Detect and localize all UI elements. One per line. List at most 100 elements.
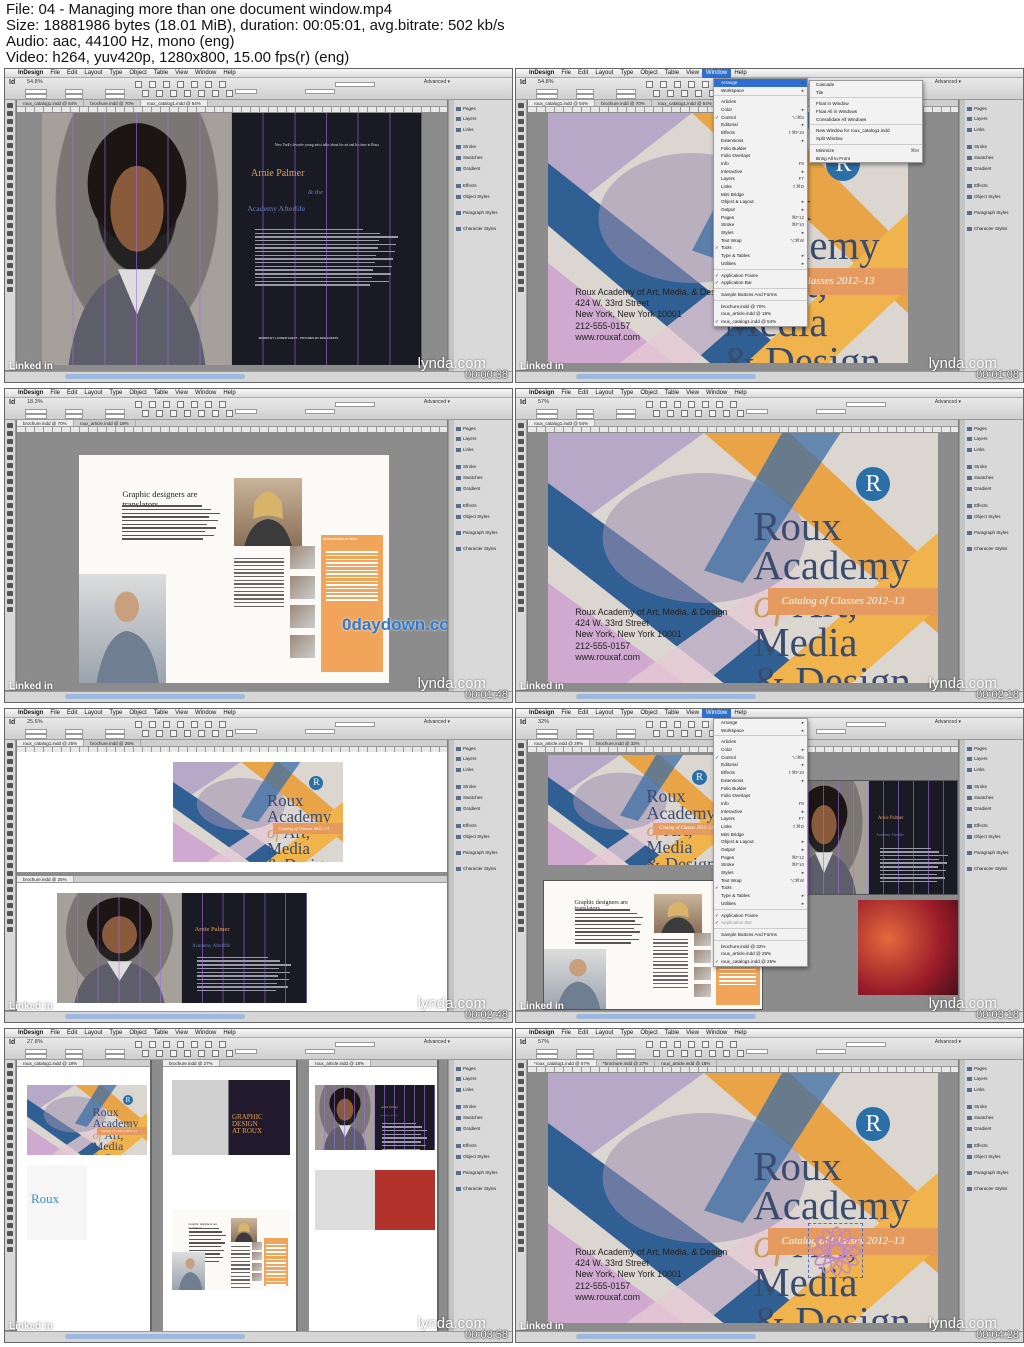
- control-icon[interactable]: [163, 401, 170, 408]
- tool-icon[interactable]: [7, 151, 13, 156]
- dock-grip[interactable]: [449, 420, 454, 691]
- tool-icon[interactable]: [7, 759, 13, 764]
- control-icon[interactable]: [219, 81, 226, 88]
- menu-type[interactable]: Type: [617, 389, 637, 398]
- control-icon[interactable]: [184, 90, 191, 97]
- horizontal-scrollbar[interactable]: [576, 1334, 756, 1339]
- panel-effects[interactable]: Effects: [456, 823, 477, 828]
- tool-icon[interactable]: [518, 607, 524, 612]
- menu-file[interactable]: File: [47, 709, 64, 718]
- window-menu-item[interactable]: brochure.indd @ 70%: [714, 303, 807, 311]
- menu-object[interactable]: Object: [637, 709, 661, 718]
- panel-effects[interactable]: Effects: [456, 1143, 477, 1148]
- control-field[interactable]: [746, 409, 768, 414]
- workspace-switcher[interactable]: Advanced ▾: [424, 399, 450, 405]
- tool-icon[interactable]: [518, 775, 524, 780]
- menu-file[interactable]: File: [47, 389, 64, 398]
- tool-icon[interactable]: [518, 927, 524, 932]
- tool-icon[interactable]: [518, 567, 524, 572]
- document-tab[interactable]: brochure.indd @ 25%: [84, 740, 141, 746]
- menu-table[interactable]: Table: [661, 69, 682, 78]
- control-field[interactable]: [576, 1054, 594, 1059]
- window-menu-item[interactable]: ✓ roux_catalog1.indd @ 25%: [714, 958, 807, 966]
- tool-icon[interactable]: [518, 1151, 524, 1156]
- panel-object-styles[interactable]: Object Styles: [456, 194, 490, 199]
- tool-icon[interactable]: [7, 1143, 13, 1148]
- control-field[interactable]: [235, 1049, 257, 1054]
- window-menu-item[interactable]: ✓ roux_catalog1.indd @ 54%: [714, 318, 807, 326]
- menu-layout[interactable]: Layout: [592, 69, 617, 78]
- tool-icon[interactable]: [518, 455, 524, 460]
- horizontal-scrollbar[interactable]: [65, 1014, 245, 1019]
- control-icon[interactable]: [716, 401, 723, 408]
- window-menu-item[interactable]: ✓ Application Bar: [714, 919, 807, 927]
- window-menu-item[interactable]: ✓ Control ⌥⌘6: [714, 114, 807, 122]
- tool-icon[interactable]: [7, 159, 13, 164]
- window-menu-item[interactable]: Stroke ⌘F10: [714, 861, 807, 869]
- document-tab[interactable]: roux_catalog1.indd @ 54%: [17, 100, 85, 106]
- document-tab[interactable]: roux_article.indd @ 18%: [655, 1060, 718, 1066]
- window-menu-item[interactable]: Editorial ▸: [714, 761, 807, 769]
- tool-icon[interactable]: [518, 879, 524, 884]
- menu-layout[interactable]: Layout: [81, 69, 106, 78]
- control-field[interactable]: [536, 734, 558, 739]
- control-icon[interactable]: [688, 81, 695, 88]
- window-menu-item[interactable]: Arrange ▸: [714, 719, 807, 727]
- panel-paragraph-styles[interactable]: Paragraph Styles: [967, 850, 1009, 855]
- menu-window[interactable]: Window: [702, 1029, 730, 1038]
- tool-icon[interactable]: [7, 1191, 13, 1196]
- window-menu-item[interactable]: Extensions ▸: [714, 137, 807, 145]
- control-field[interactable]: [25, 734, 47, 739]
- control-field[interactable]: [335, 1042, 375, 1047]
- tool-icon[interactable]: [518, 743, 524, 748]
- panel-effects[interactable]: Effects: [967, 1143, 988, 1148]
- control-icon[interactable]: [198, 410, 205, 417]
- control-icon[interactable]: [646, 81, 653, 88]
- tool-icon[interactable]: [7, 519, 13, 524]
- control-icon[interactable]: [170, 1050, 177, 1057]
- tool-icon[interactable]: [518, 471, 524, 476]
- control-icon[interactable]: [149, 81, 156, 88]
- control-icon[interactable]: [226, 1050, 233, 1057]
- tool-icon[interactable]: [7, 799, 13, 804]
- panel-character-styles[interactable]: Character Styles: [456, 546, 496, 551]
- panel-pages[interactable]: Pages: [967, 1066, 987, 1071]
- tool-icon[interactable]: [518, 271, 524, 276]
- control-field[interactable]: [816, 1049, 846, 1054]
- tool-icon[interactable]: [518, 263, 524, 268]
- tool-icon[interactable]: [7, 287, 13, 292]
- window-menu-item[interactable]: Output ▸: [714, 846, 807, 854]
- tool-icon[interactable]: [7, 919, 13, 924]
- menu-table[interactable]: Table: [150, 1029, 171, 1038]
- tool-icon[interactable]: [7, 783, 13, 788]
- control-icon[interactable]: [667, 1050, 674, 1057]
- tool-icon[interactable]: [518, 543, 524, 548]
- control-icon[interactable]: [695, 410, 702, 417]
- control-icon[interactable]: [142, 730, 149, 737]
- control-icon[interactable]: [226, 410, 233, 417]
- control-icon[interactable]: [212, 410, 219, 417]
- control-icon[interactable]: [653, 1050, 660, 1057]
- tool-icon[interactable]: [518, 207, 524, 212]
- panel-gradient[interactable]: Gradient: [456, 166, 480, 171]
- tool-icon[interactable]: [518, 167, 524, 172]
- panel-swatches[interactable]: Swatches: [456, 475, 483, 480]
- control-icon[interactable]: [660, 1041, 667, 1048]
- tool-icon[interactable]: [518, 767, 524, 772]
- tool-icon[interactable]: [7, 1079, 13, 1084]
- menu-file[interactable]: File: [558, 1029, 575, 1038]
- menu-help[interactable]: Help: [731, 389, 750, 398]
- tool-icon[interactable]: [7, 1063, 13, 1068]
- tool-icon[interactable]: [7, 535, 13, 540]
- control-icon[interactable]: [205, 81, 212, 88]
- tool-icon[interactable]: [518, 751, 524, 756]
- control-field[interactable]: [576, 734, 594, 739]
- window-menu-item[interactable]: Sample Buttons And Forms: [714, 931, 807, 939]
- panel-object-styles[interactable]: Object Styles: [967, 1154, 1001, 1159]
- tool-icon[interactable]: [7, 1231, 13, 1236]
- tool-icon[interactable]: [518, 1239, 524, 1244]
- window-menu-item[interactable]: Folio Builder: [714, 785, 807, 793]
- tool-icon[interactable]: [7, 495, 13, 500]
- control-icon[interactable]: [660, 81, 667, 88]
- window-menu-item[interactable]: Interactive ▸: [714, 168, 807, 176]
